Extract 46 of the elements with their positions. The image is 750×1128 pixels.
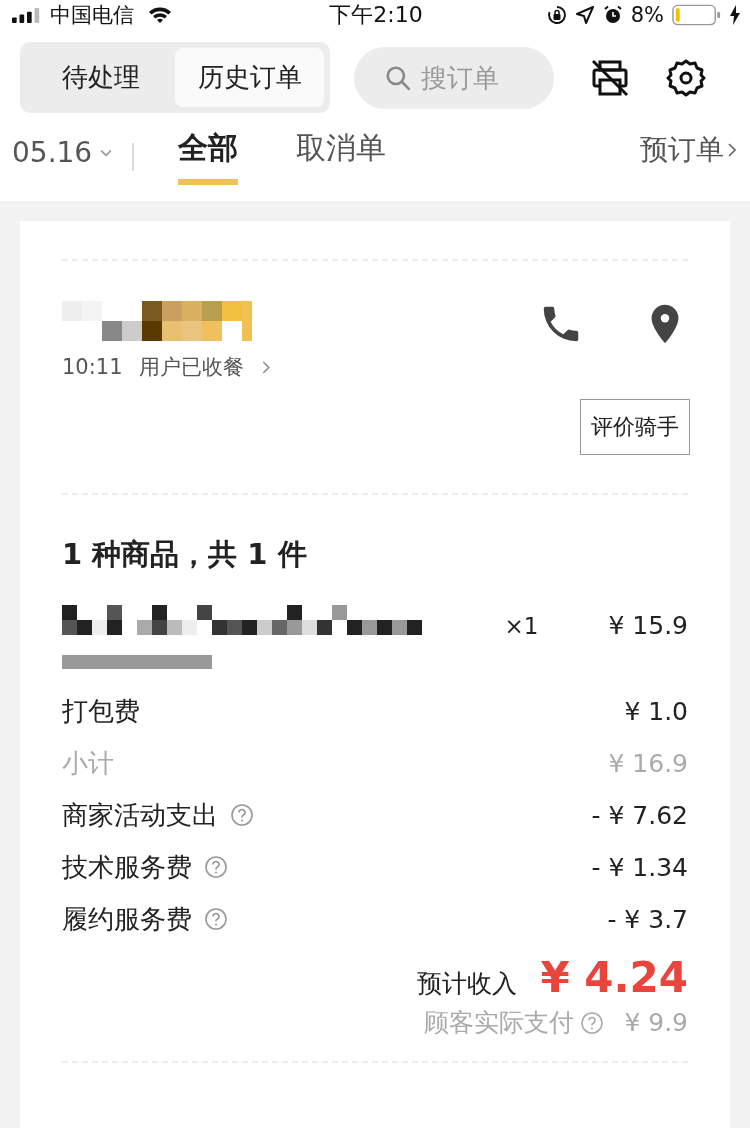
paid-label: 顾客实际支付 [424,1007,575,1039]
wifi-icon [148,6,172,24]
help-icon[interactable] [204,855,228,879]
segment-tab[interactable]: 待处理 [26,48,175,107]
battery-icon [672,3,722,27]
rate-rider-button[interactable]: 评价骑手 [580,399,690,455]
fee-amount: - ¥ 3.7 [607,904,688,934]
search-field[interactable]: 搜订单 [354,46,554,109]
fee-amount: - ¥ 7.62 [591,800,688,830]
search-icon [385,64,411,91]
help-icon[interactable] [204,907,228,931]
settings-icon[interactable] [666,57,706,98]
income-amount: ¥ 4.24 [540,953,688,1002]
location-arrow-icon [574,5,595,25]
item-summary: 1 种商品，共 1 件 [62,536,308,573]
income-label: 预计收入 [416,968,517,1000]
date-picker[interactable]: 05.16 [12,136,113,185]
delivery-status-link[interactable]: 10:11 用户已收餐 [62,353,270,381]
preorder-link[interactable]: 预订单 [640,131,736,185]
fee-amount: ¥ 1.0 [624,696,688,726]
rotation-lock-icon [546,5,567,25]
chevron-right-icon [261,360,270,374]
alarm-icon [602,5,623,25]
segment-tab[interactable]: 历史订单 [175,48,324,107]
battery-percent: 8% [630,3,664,27]
fee-label: 商家活动支出 [62,798,218,832]
help-icon[interactable] [230,803,254,827]
fee-amount: - ¥ 1.34 [591,852,688,882]
item-quantity: ×1 [504,612,539,639]
filter-tab[interactable]: 全部 [178,128,239,185]
carrier-name: 中国电信 [50,2,134,29]
filter-tab[interactable]: 取消单 [296,128,387,185]
fee-label: 技术服务费 [62,850,192,884]
signal-icon [12,7,42,23]
item-price: ¥ 15.9 [608,610,688,640]
paid-amount: ¥ 9.9 [624,1008,688,1037]
fee-label: 打包费 [62,694,140,728]
fee-label: 小计 [62,746,114,780]
printer-off-icon[interactable] [590,57,630,98]
search-input[interactable]: 搜订单 [419,61,523,94]
chevron-down-icon [100,148,113,157]
fee-amount: ¥ 16.9 [608,748,688,778]
clock: 下午2:10 [329,1,423,29]
charging-bolt-icon [730,5,740,25]
fee-label: 履约服务费 [62,902,192,936]
chevron-right-icon [728,143,736,157]
